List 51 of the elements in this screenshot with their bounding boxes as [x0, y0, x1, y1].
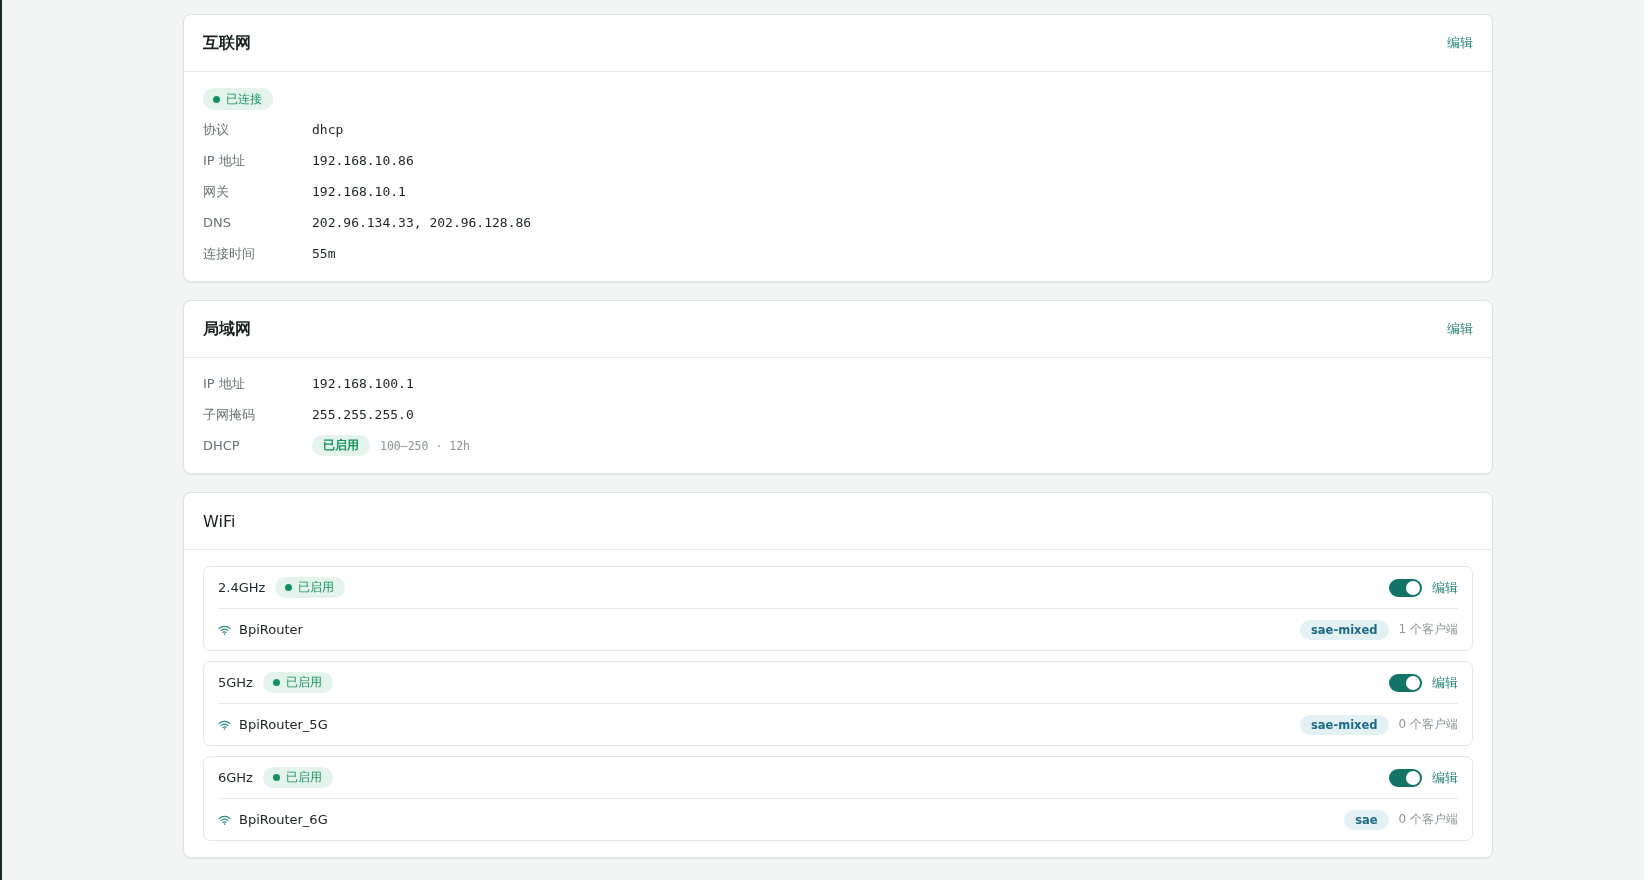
edit-link[interactable]: 编辑 [1432, 768, 1458, 787]
edit-link[interactable]: 编辑 [1432, 673, 1458, 692]
field-label: DNS [203, 215, 232, 230]
field-value: dhcp [312, 122, 344, 137]
security-tag: sae-mixed [1300, 619, 1389, 640]
status-label: 已启用 [285, 769, 322, 786]
field-label: IP 地址 [203, 151, 246, 170]
band-name: 5GHz [218, 675, 253, 690]
field-value: 192.168.10.1 [312, 184, 406, 199]
field-label: 连接时间 [203, 244, 256, 263]
status-label: 已启用 [285, 674, 322, 691]
ssid-name: BpiRouter [239, 622, 303, 637]
toggle-switch[interactable] [1389, 578, 1422, 597]
status-dot-icon [272, 679, 280, 686]
ssid-name: BpiRouter_5G [239, 717, 328, 732]
edit-link[interactable]: 编辑 [1447, 320, 1473, 338]
edit-link[interactable]: 编辑 [1432, 578, 1458, 597]
client-count: 0 个客户端 [1398, 716, 1458, 733]
client-count: 0 个客户端 [1398, 811, 1458, 828]
client-count: 1 个客户端 [1398, 621, 1458, 638]
toggle-switch[interactable] [1389, 673, 1422, 692]
ssid-name: BpiRouter_6G [239, 812, 328, 827]
field-label: DHCP [203, 438, 241, 453]
band-name: 2.4GHz [218, 580, 266, 595]
status-tag: 已启用 [312, 435, 370, 456]
security-tag: sae [1344, 809, 1389, 830]
status-dot-icon [285, 584, 293, 591]
field-label: 协议 [203, 120, 230, 139]
wifi-icon [218, 814, 231, 825]
band-name: 6GHz [218, 770, 253, 785]
card-title: 局域网 [203, 318, 251, 340]
wifi-icon [218, 719, 231, 730]
edit-link[interactable]: 编辑 [1447, 34, 1473, 52]
field-label: IP 地址 [203, 374, 246, 393]
status-label: 已连接 [226, 90, 262, 108]
status-dot-icon [213, 95, 220, 103]
security-tag: sae-mixed [1300, 714, 1389, 735]
status-label: 已启用 [298, 579, 335, 596]
toggle-switch[interactable] [1389, 768, 1422, 787]
field-label: 子网掩码 [203, 405, 256, 424]
status-dot-icon [272, 774, 280, 781]
field-value: 55m [312, 246, 336, 261]
field-value: 192.168.100.1 [312, 376, 414, 391]
field-detail: 100–250 · 12h [380, 438, 470, 453]
field-label: 网关 [203, 182, 230, 201]
card-title: 互联网 [203, 32, 251, 54]
wifi-icon [218, 624, 231, 635]
field-value: 255.255.255.0 [312, 407, 414, 422]
field-value: 192.168.10.86 [312, 153, 414, 168]
card-title: WiFi [203, 511, 236, 531]
field-value: 202.96.134.33, 202.96.128.86 [312, 215, 532, 230]
